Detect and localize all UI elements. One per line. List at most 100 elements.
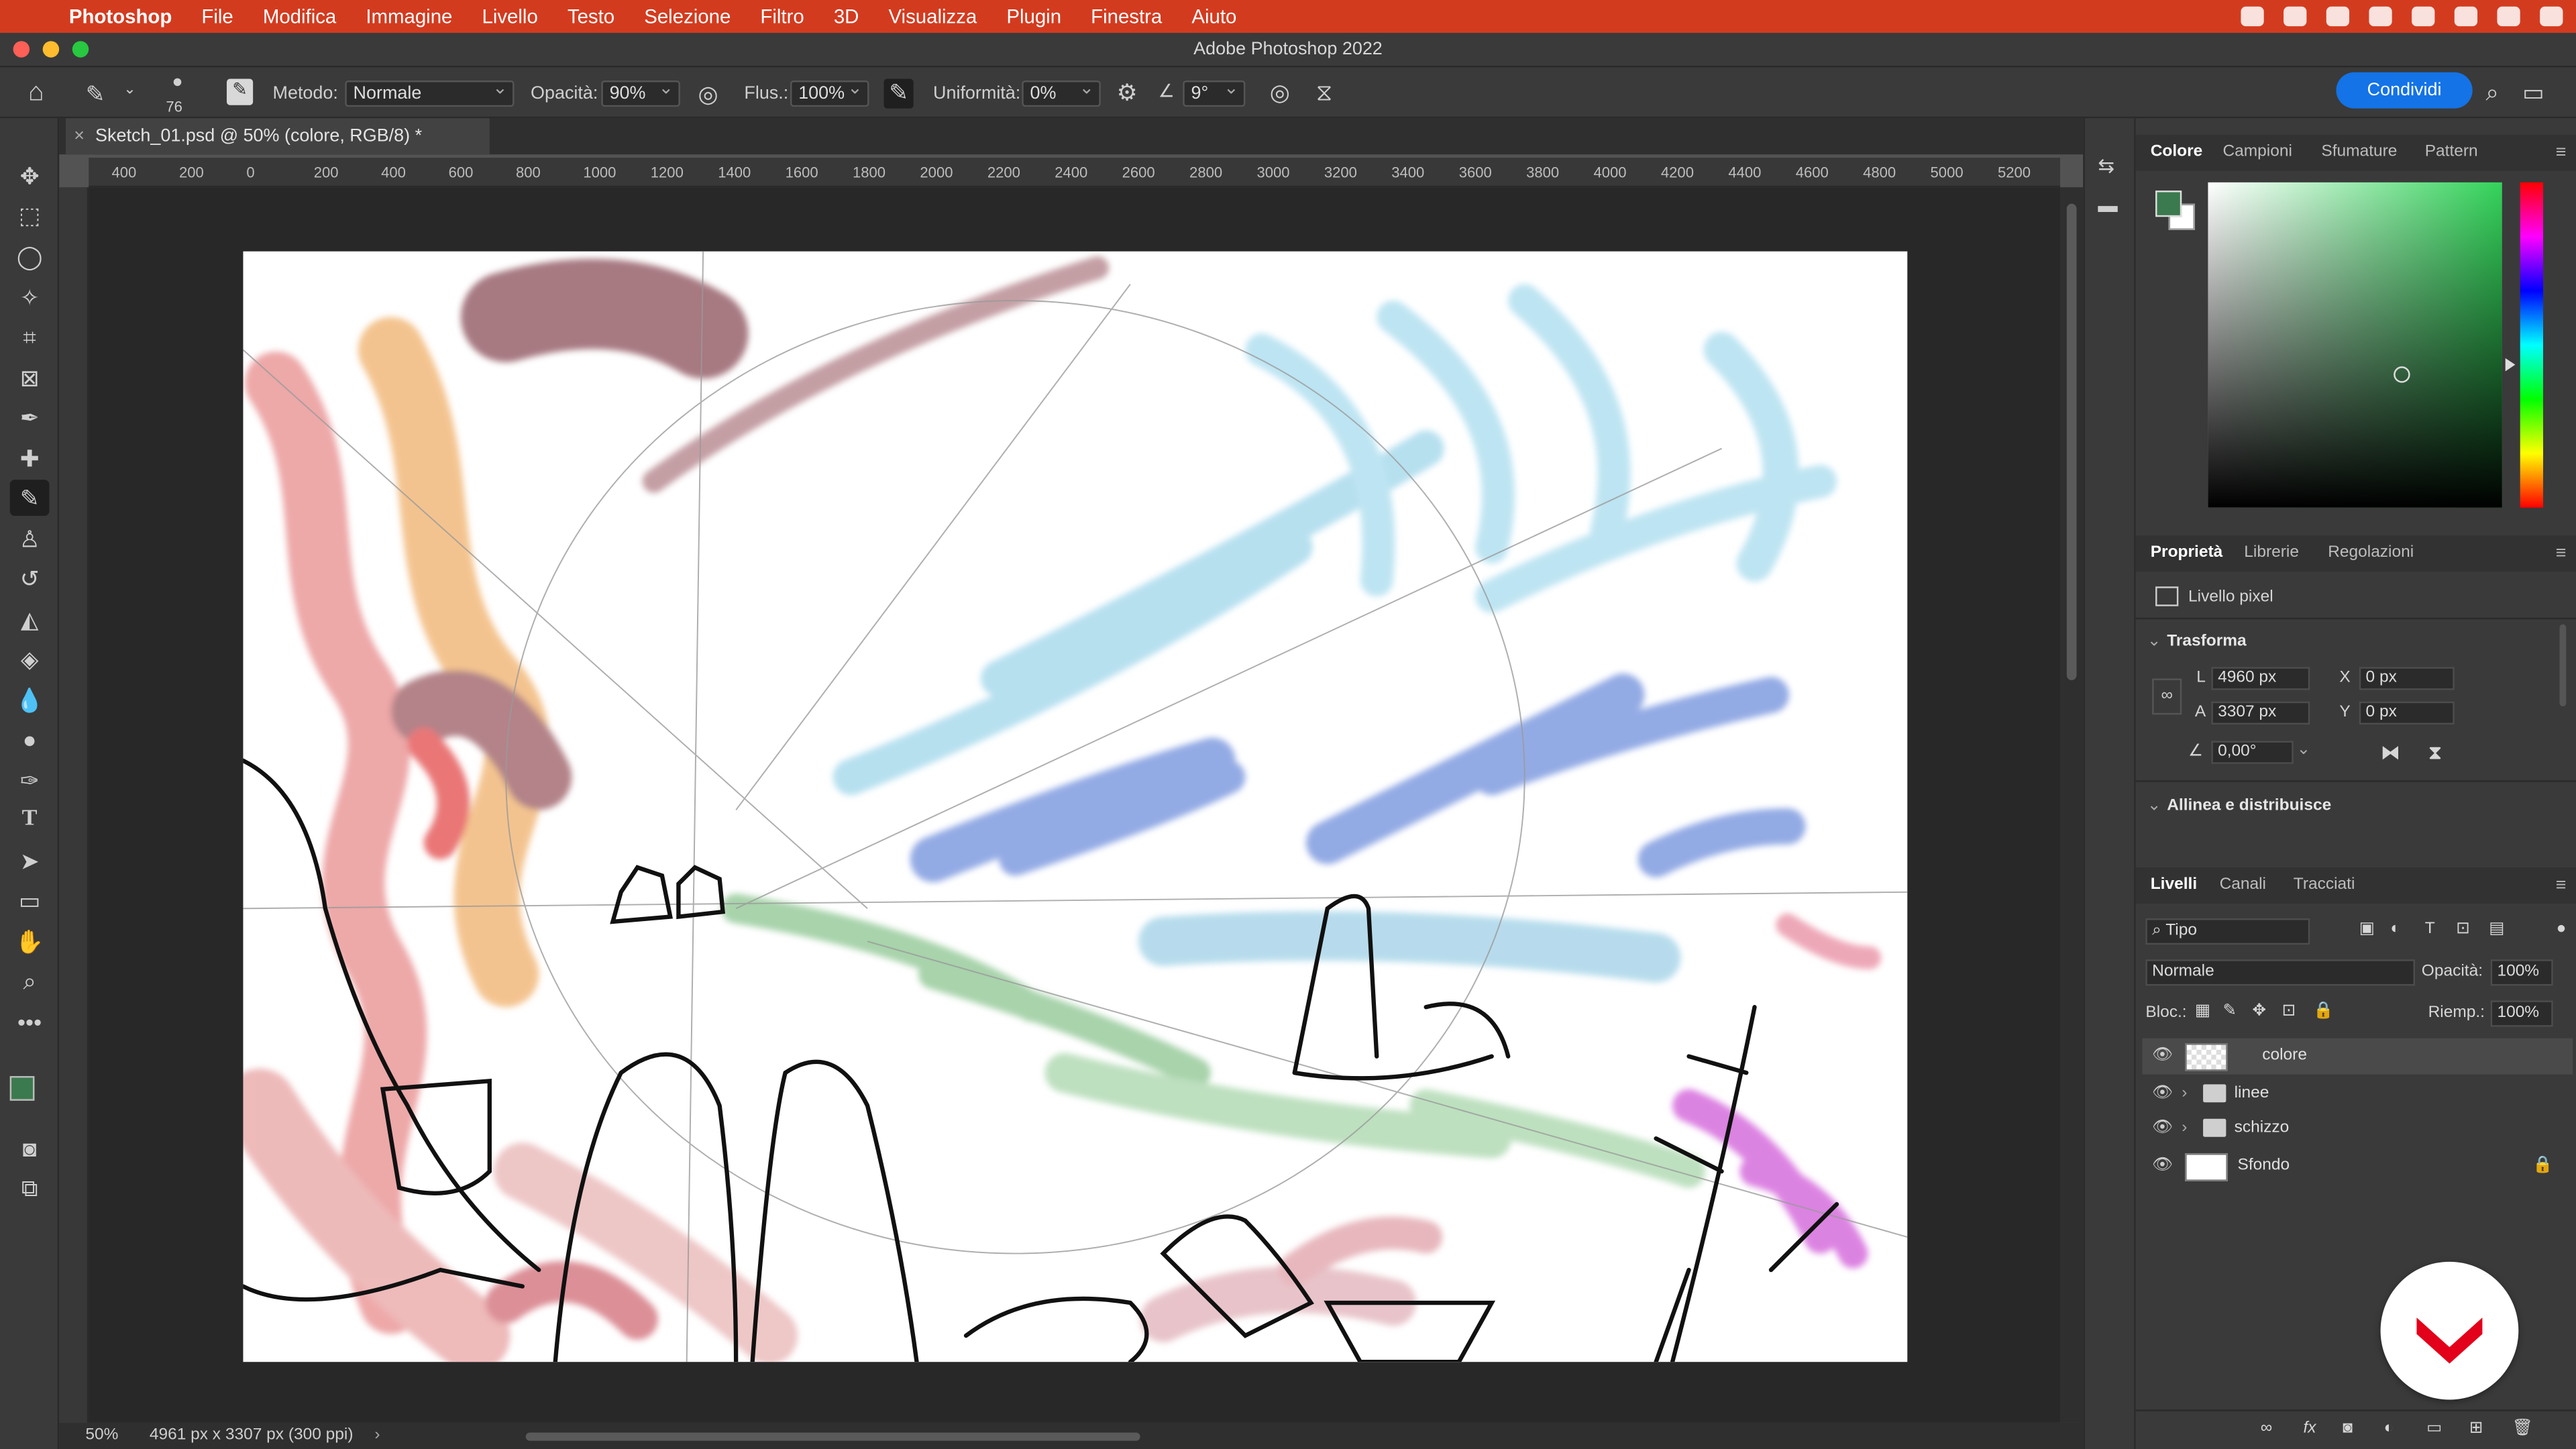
foreground-color-swatch[interactable]	[2155, 191, 2182, 217]
layer-row[interactable]: 👁 › linee	[2142, 1076, 2573, 1112]
menu-3d[interactable]: 3D	[834, 5, 859, 28]
layer-name[interactable]: colore	[2262, 1038, 2307, 1075]
history-brush-tool-icon[interactable]: ↺	[10, 560, 50, 596]
new-group-icon[interactable]: ▭	[2426, 1419, 2442, 1438]
transform-section-title[interactable]: Trasforma	[2167, 633, 2246, 651]
y-field[interactable]: 0 px	[2359, 701, 2455, 725]
wifi-icon[interactable]	[2412, 6, 2435, 27]
type-tool-icon[interactable]: T	[10, 802, 50, 838]
document-tab[interactable]: × Sketch_01.psd @ 50% (colore, RGB/8) *	[65, 118, 490, 155]
new-layer-icon[interactable]: ⊞	[2469, 1419, 2483, 1438]
flusso-field[interactable]: 100%	[790, 77, 869, 107]
panel-menu-icon[interactable]: ≡	[2556, 867, 2567, 904]
height-field[interactable]: 3307 px	[2211, 701, 2310, 725]
tab-regolazioni[interactable]: Regolazioni	[2328, 535, 2414, 572]
close-icon[interactable]: ×	[74, 118, 85, 154]
chevron-down-icon[interactable]: ⌄	[2147, 797, 2161, 815]
eraser-tool-icon[interactable]: ◭	[10, 601, 50, 637]
eye-icon[interactable]: 👁	[2152, 1076, 2173, 1112]
lock-pixels-icon[interactable]: ✎	[2222, 1002, 2237, 1020]
pressure-opacity-icon[interactable]: ◎	[695, 80, 721, 109]
menu-finestra[interactable]: Finestra	[1091, 5, 1162, 28]
chevron-down-icon[interactable]: ⌄	[121, 80, 138, 99]
lock-position-icon[interactable]: ✥	[2253, 1002, 2267, 1020]
panel-menu-icon[interactable]: ≡	[2556, 135, 2567, 171]
fill-field[interactable]: 100%	[2490, 1000, 2553, 1027]
eye-icon[interactable]: 👁	[2152, 1148, 2173, 1185]
link-icon[interactable]: ∞	[2152, 678, 2182, 715]
lock-artboard-icon[interactable]: ⊡	[2282, 1002, 2296, 1020]
chevron-down-icon[interactable]: ⌄	[2147, 633, 2161, 651]
menu-immagine[interactable]: Immagine	[366, 5, 452, 28]
layer-row[interactable]: 👁 Sfondo 🔒	[2142, 1148, 2573, 1185]
foreground-color-swatch[interactable]	[9, 1076, 35, 1101]
flip-horizontal-icon[interactable]: ⧓	[2381, 741, 2400, 763]
menu-testo[interactable]: Testo	[568, 5, 614, 28]
workspace-icon[interactable]: ▭	[2518, 79, 2548, 107]
tab-campioni[interactable]: Campioni	[2222, 135, 2292, 171]
tab-proprieta[interactable]: Proprietà	[2151, 535, 2223, 572]
paint-bucket-tool-icon[interactable]: ◈	[10, 641, 50, 677]
brush-panel-icon[interactable]: ✎	[226, 78, 254, 105]
frame-tool-icon[interactable]: ⊠	[10, 360, 50, 396]
width-field[interactable]: 4960 px	[2211, 667, 2310, 690]
tab-canali[interactable]: Canali	[2220, 867, 2266, 904]
tab-colore[interactable]: Colore	[2151, 135, 2203, 171]
color-field[interactable]	[2208, 182, 2502, 508]
scroll-thumb[interactable]	[2066, 203, 2077, 680]
hue-slider[interactable]	[2520, 182, 2544, 508]
menu-filtro[interactable]: Filtro	[760, 5, 804, 28]
close-window-button[interactable]	[13, 41, 30, 58]
tab-librerie[interactable]: Librerie	[2244, 535, 2299, 572]
share-button[interactable]: Condividi	[2336, 72, 2473, 109]
status-icon[interactable]	[2326, 6, 2350, 27]
opacita-field[interactable]: 90%	[601, 77, 680, 107]
layer-row[interactable]: 👁 colore	[2142, 1038, 2573, 1075]
search-icon[interactable]	[2454, 6, 2478, 27]
siri-icon[interactable]	[2540, 6, 2563, 27]
trash-icon[interactable]: 🗑	[2512, 1419, 2532, 1438]
quick-select-tool-icon[interactable]: ✧	[10, 279, 50, 315]
color-picker-cursor[interactable]	[2394, 366, 2410, 383]
gear-icon[interactable]: ⚙	[1114, 79, 1140, 107]
filter-shape-icon[interactable]: ⊡	[2456, 920, 2470, 938]
zoom-window-button[interactable]	[72, 41, 89, 58]
layer-filter-select[interactable]: ⌕ Tipo	[2145, 918, 2310, 945]
menu-visualizza[interactable]: Visualizza	[888, 5, 977, 28]
panel-menu-icon[interactable]: ≡	[2556, 535, 2567, 572]
brush-tool-icon[interactable]: ✎	[9, 480, 50, 516]
airbrush-icon[interactable]: ✎	[883, 78, 914, 109]
filter-type-icon[interactable]: T	[2425, 920, 2435, 938]
fx-icon[interactable]: fx	[2303, 1419, 2316, 1438]
stamp-tool-icon[interactable]: ♙	[10, 521, 50, 557]
menu-modifica[interactable]: Modifica	[263, 5, 336, 28]
more-tools-icon[interactable]: •••	[10, 1004, 50, 1040]
eye-icon[interactable]: 👁	[2152, 1111, 2173, 1147]
layer-name[interactable]: Sfondo	[2238, 1148, 2290, 1185]
uniformita-field[interactable]: 0%	[1022, 77, 1101, 107]
pen-tool-icon[interactable]: ✑	[10, 762, 50, 798]
adjustment-layer-icon[interactable]: ◐	[2383, 1419, 2394, 1438]
menu-aiuto[interactable]: Aiuto	[1191, 5, 1236, 28]
filter-adjustment-icon[interactable]: ◐	[2390, 920, 2400, 938]
filter-pixel-icon[interactable]: ▣	[2359, 920, 2375, 938]
zoom-tool-icon[interactable]: ⌕	[10, 963, 50, 999]
status-icon[interactable]	[2284, 6, 2307, 27]
brush-icon[interactable]: ✎	[82, 80, 108, 109]
lock-all-icon[interactable]: 🔒	[2313, 1002, 2333, 1020]
tab-pattern[interactable]: Pattern	[2425, 135, 2478, 171]
pressure-size-icon[interactable]: ◎	[1265, 79, 1295, 107]
menu-app[interactable]: Photoshop	[69, 5, 172, 28]
symmetry-icon[interactable]: ⧖	[1309, 79, 1339, 107]
menu-plugin[interactable]: Plugin	[1006, 5, 1061, 28]
search-icon[interactable]: ⌕	[2477, 79, 2507, 107]
rotation-field[interactable]: 0,00°	[2211, 741, 2294, 764]
path-select-tool-icon[interactable]: ➤	[10, 843, 50, 879]
history-panel-icon[interactable]: ⇆	[2098, 154, 2114, 177]
comments-panel-icon[interactable]: ▬	[2098, 194, 2117, 217]
healing-brush-tool-icon[interactable]: ✚	[10, 440, 50, 476]
blend-mode-select[interactable]: Normale	[2145, 959, 2416, 986]
hue-slider-handle[interactable]	[2505, 358, 2516, 372]
filter-smart-icon[interactable]: ▤	[2489, 920, 2504, 938]
battery-icon[interactable]	[2369, 6, 2392, 27]
